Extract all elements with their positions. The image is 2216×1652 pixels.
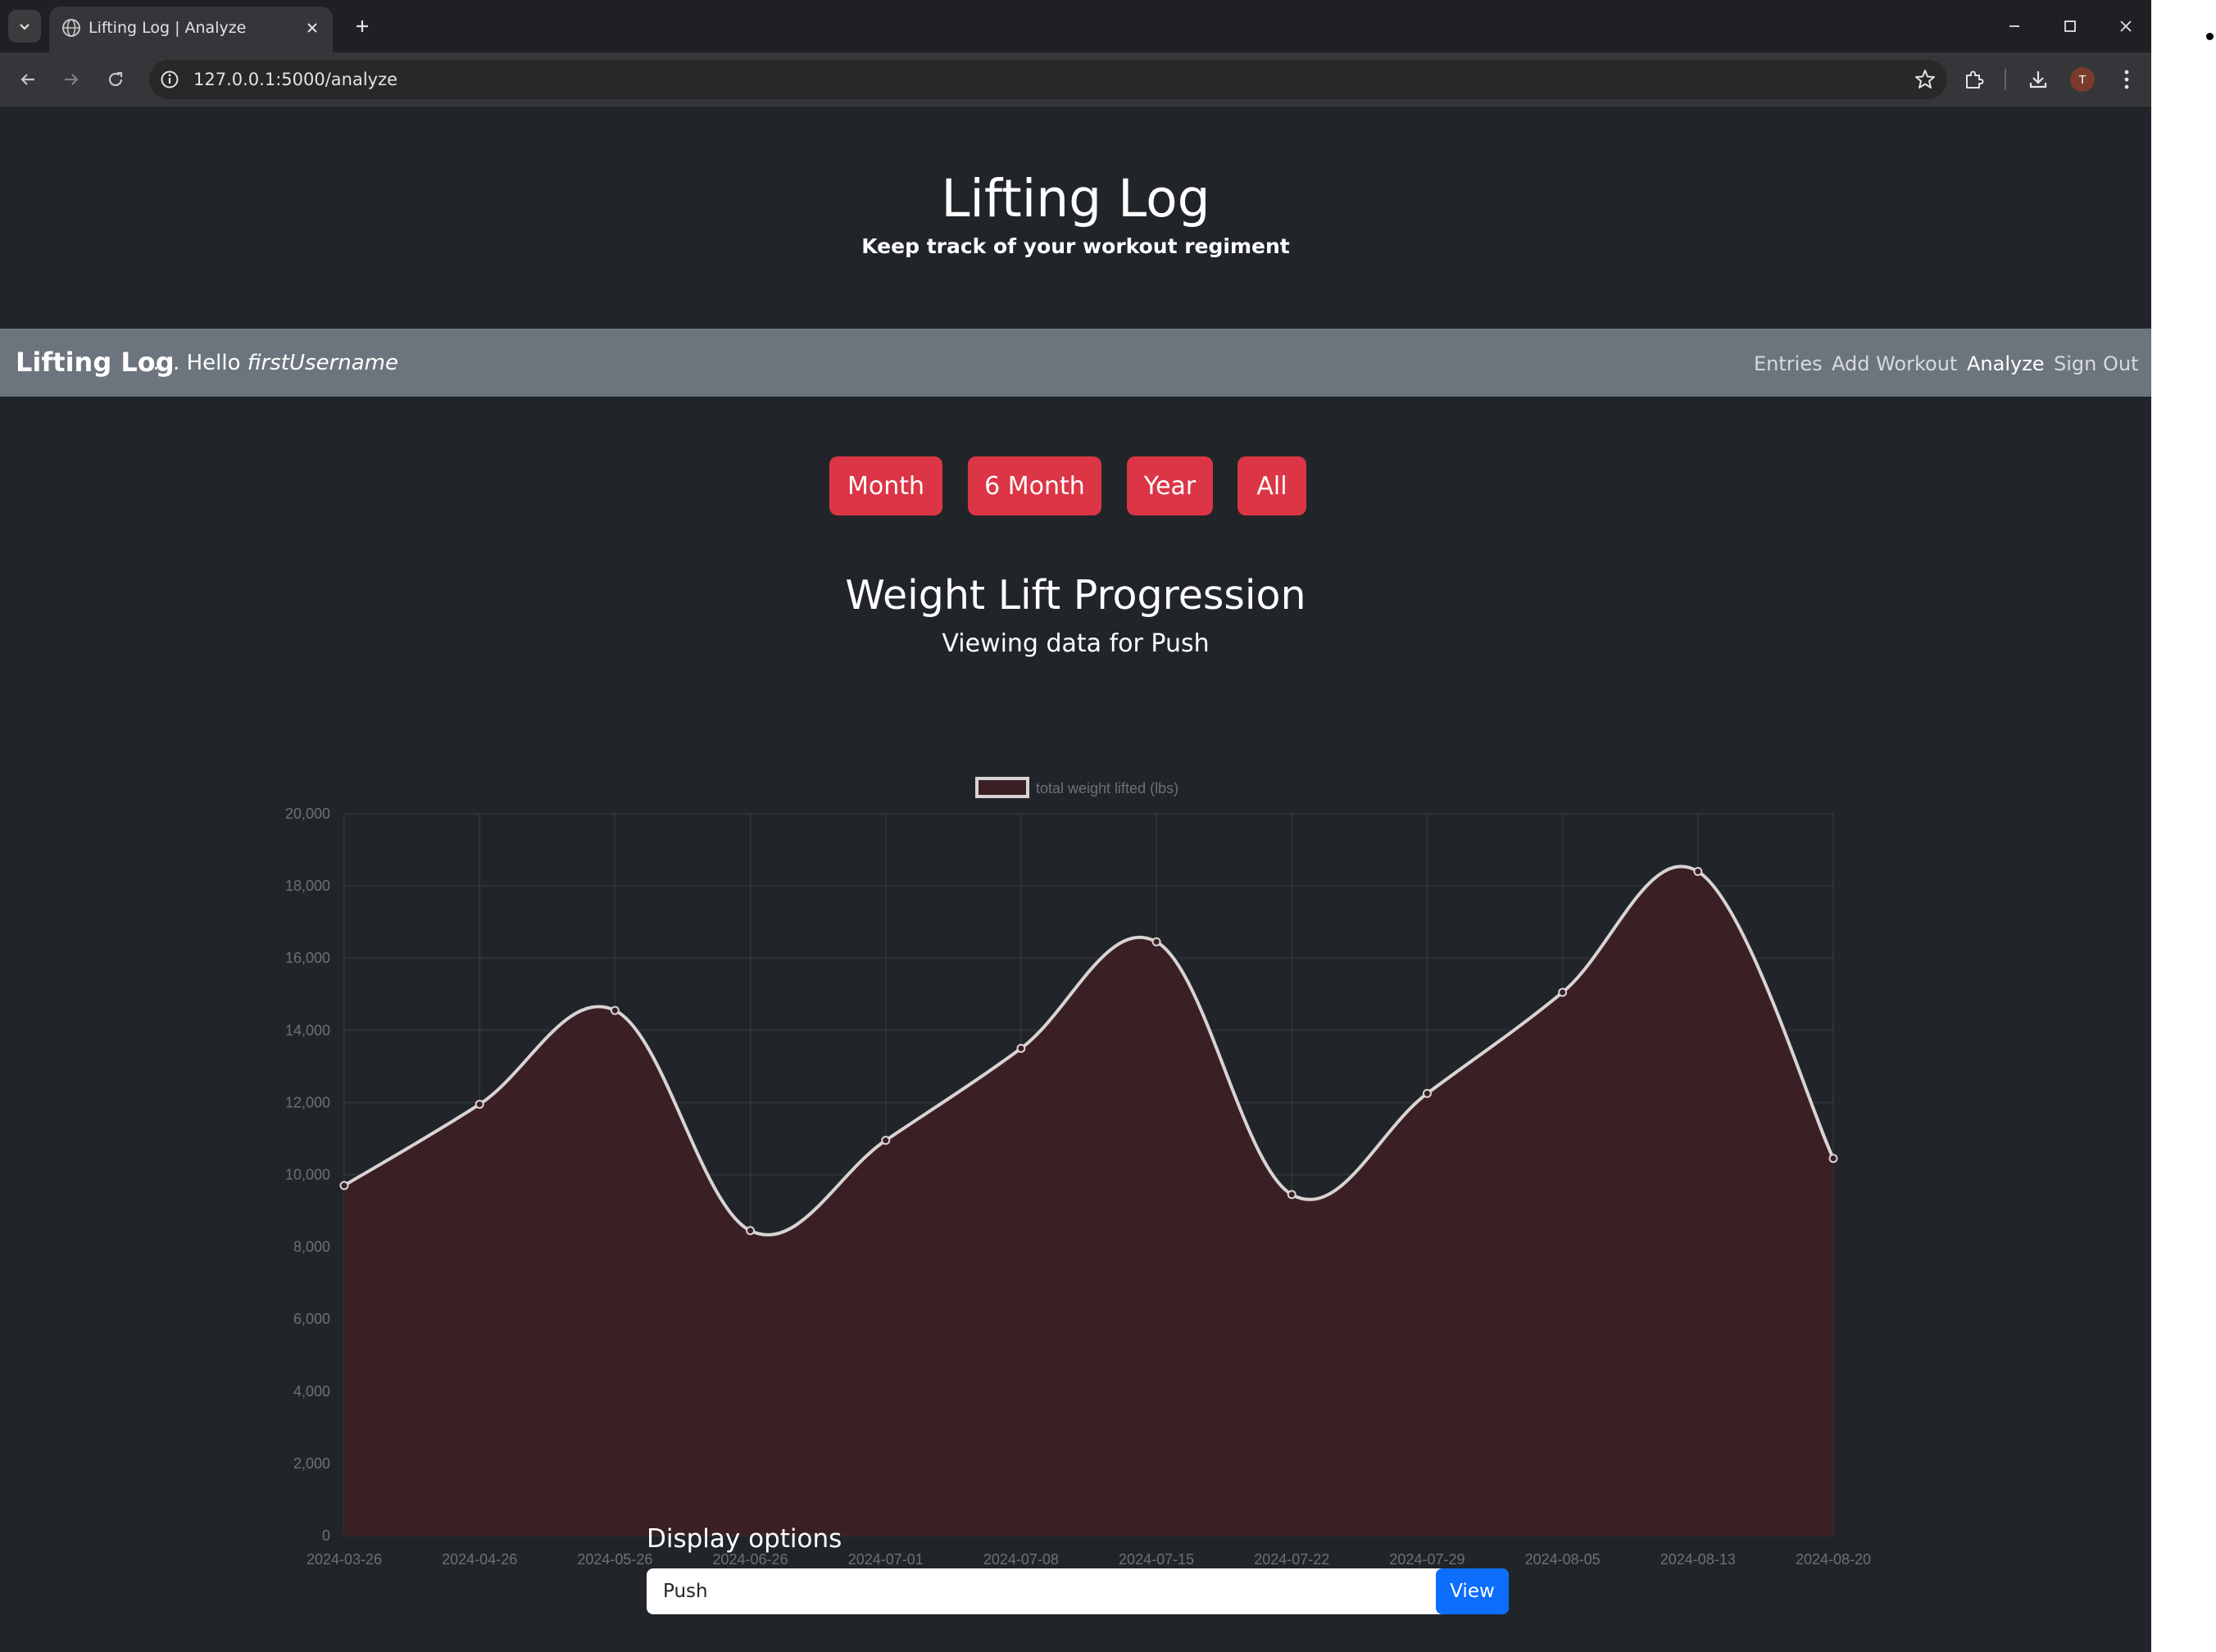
nav-link-entries[interactable]: Entries — [1754, 352, 1823, 375]
data-point — [339, 1181, 349, 1191]
site-header: Lifting Log Keep track of your workout r… — [0, 107, 2151, 328]
extensions-button[interactable] — [1958, 64, 1989, 95]
kebab-menu-icon — [2124, 70, 2129, 89]
stray-bullet-dot — [2206, 33, 2214, 40]
x-tick-label: 2024-07-15 — [1119, 1551, 1194, 1565]
back-button[interactable] — [8, 60, 48, 99]
window-close-button[interactable] — [2097, 7, 2151, 46]
y-tick-label: 18,000 — [285, 878, 330, 894]
view-button[interactable]: View — [1436, 1568, 1509, 1614]
page-content: Lifting Log Keep track of your workout r… — [0, 107, 2151, 1652]
browser-menu-button[interactable] — [2111, 64, 2142, 95]
browser-tab-active[interactable]: Lifting Log | Analyze — [49, 7, 333, 52]
data-point — [1828, 1154, 1838, 1164]
x-tick-label: 2024-07-01 — [848, 1551, 924, 1565]
browser-toolbar: 127.0.0.1:5000/analyze T — [0, 52, 2151, 107]
info-icon[interactable] — [157, 67, 182, 92]
tab-search-button[interactable] — [8, 10, 41, 43]
minimize-icon — [2009, 25, 2019, 27]
x-tick-label: 2024-03-26 — [307, 1551, 382, 1565]
data-point — [1151, 937, 1161, 946]
reload-button[interactable] — [96, 60, 135, 99]
site-tagline: Keep track of your workout regiment — [861, 234, 1290, 258]
y-tick-label: 8,000 — [293, 1239, 330, 1255]
toolbar-divider — [2005, 69, 2006, 90]
forward-button[interactable] — [52, 60, 91, 99]
y-tick-label: 20,000 — [285, 806, 330, 822]
y-tick-label: 6,000 — [293, 1311, 330, 1328]
y-tick-label: 2,000 — [293, 1455, 330, 1472]
tab-title: Lifting Log | Analyze — [89, 19, 247, 37]
reload-icon — [108, 71, 123, 87]
greeting-prefix: ..... Hello — [146, 351, 247, 375]
puzzle-piece-icon — [1966, 70, 1984, 88]
username: firstUsername — [247, 351, 398, 375]
data-point — [1558, 987, 1568, 997]
site-title: Lifting Log — [941, 169, 1210, 229]
plus-icon — [356, 20, 368, 32]
range-button-6-month[interactable]: 6 Month — [968, 456, 1101, 515]
data-point — [1016, 1043, 1026, 1053]
close-icon — [307, 23, 317, 33]
series-area-fill — [344, 866, 1833, 1536]
x-tick-label: 2024-07-22 — [1254, 1551, 1329, 1565]
profile-avatar[interactable]: T — [2070, 67, 2095, 92]
nav-link-sign-out[interactable]: Sign Out — [2054, 352, 2139, 375]
close-icon — [2120, 20, 2132, 32]
data-point — [1693, 866, 1703, 876]
y-tick-label: 12,000 — [285, 1094, 330, 1110]
x-tick-label: 2024-04-26 — [442, 1551, 517, 1565]
globe-icon — [62, 19, 80, 37]
range-button-year[interactable]: Year — [1127, 456, 1213, 515]
x-tick-label: 2024-08-13 — [1660, 1551, 1736, 1565]
chart-subtitle: Viewing data for Push — [942, 629, 1210, 658]
maximize-icon — [2064, 20, 2076, 32]
data-point — [1422, 1088, 1432, 1098]
x-tick-label: 2024-07-29 — [1389, 1551, 1464, 1565]
y-tick-label: 14,000 — [285, 1022, 330, 1038]
address-bar[interactable]: 127.0.0.1:5000/analyze — [149, 60, 1947, 99]
chart-title: Weight Lift Progression — [845, 572, 1306, 619]
browser-window: Lifting Log | Analyze 127.0.0.1:5000/ana… — [0, 0, 2151, 1652]
x-tick-label: 2024-08-05 — [1525, 1551, 1601, 1565]
navbar: Lifting Log ..... Hello firstUsername En… — [0, 329, 2151, 397]
url-text[interactable]: 127.0.0.1:5000/analyze — [193, 70, 397, 89]
data-point — [610, 1005, 620, 1015]
range-button-month[interactable]: Month — [829, 456, 942, 515]
legend-label: total weight lifted (lbs) — [1036, 780, 1178, 796]
legend-swatch — [975, 777, 1029, 798]
y-tick-label: 10,000 — [285, 1167, 330, 1183]
data-point — [746, 1226, 756, 1236]
y-tick-label: 4,000 — [293, 1383, 330, 1400]
select-value: Push — [663, 1581, 708, 1602]
data-point — [881, 1136, 891, 1146]
workout-select[interactable]: Push — [647, 1568, 1509, 1614]
line-chart: 0 2,000 4,000 6,000 8,000 10,000 12,000 14,000 1… — [285, 777, 1871, 1565]
data-point — [1287, 1190, 1296, 1200]
tab-close-button[interactable] — [302, 17, 323, 39]
download-icon — [2029, 71, 2047, 88]
minimize-button[interactable] — [1986, 7, 2043, 46]
x-tick-label: 2024-08-20 — [1796, 1551, 1871, 1565]
y-tick-label: 0 — [322, 1527, 330, 1544]
x-tick-label: 2024-07-08 — [983, 1551, 1059, 1565]
nav-link-add-workout[interactable]: Add Workout — [1832, 352, 1957, 375]
x-tick-label: 2024-05-26 — [577, 1551, 652, 1565]
tab-strip: Lifting Log | Analyze — [0, 0, 2151, 52]
greeting: ..... Hello firstUsername — [146, 351, 398, 375]
bookmark-star-icon[interactable] — [1913, 67, 1937, 92]
new-tab-button[interactable] — [347, 11, 377, 41]
chevron-down-icon — [20, 24, 30, 30]
nav-link-analyze[interactable]: Analyze — [1967, 352, 2045, 375]
arrow-right-icon — [65, 74, 79, 85]
downloads-button[interactable] — [2023, 64, 2054, 95]
range-button-all[interactable]: All — [1237, 456, 1306, 515]
arrow-left-icon — [20, 74, 34, 85]
display-options-label: Display options — [647, 1524, 842, 1554]
y-tick-label: 16,000 — [285, 950, 330, 966]
data-point — [475, 1100, 484, 1110]
maximize-button[interactable] — [2041, 7, 2099, 46]
